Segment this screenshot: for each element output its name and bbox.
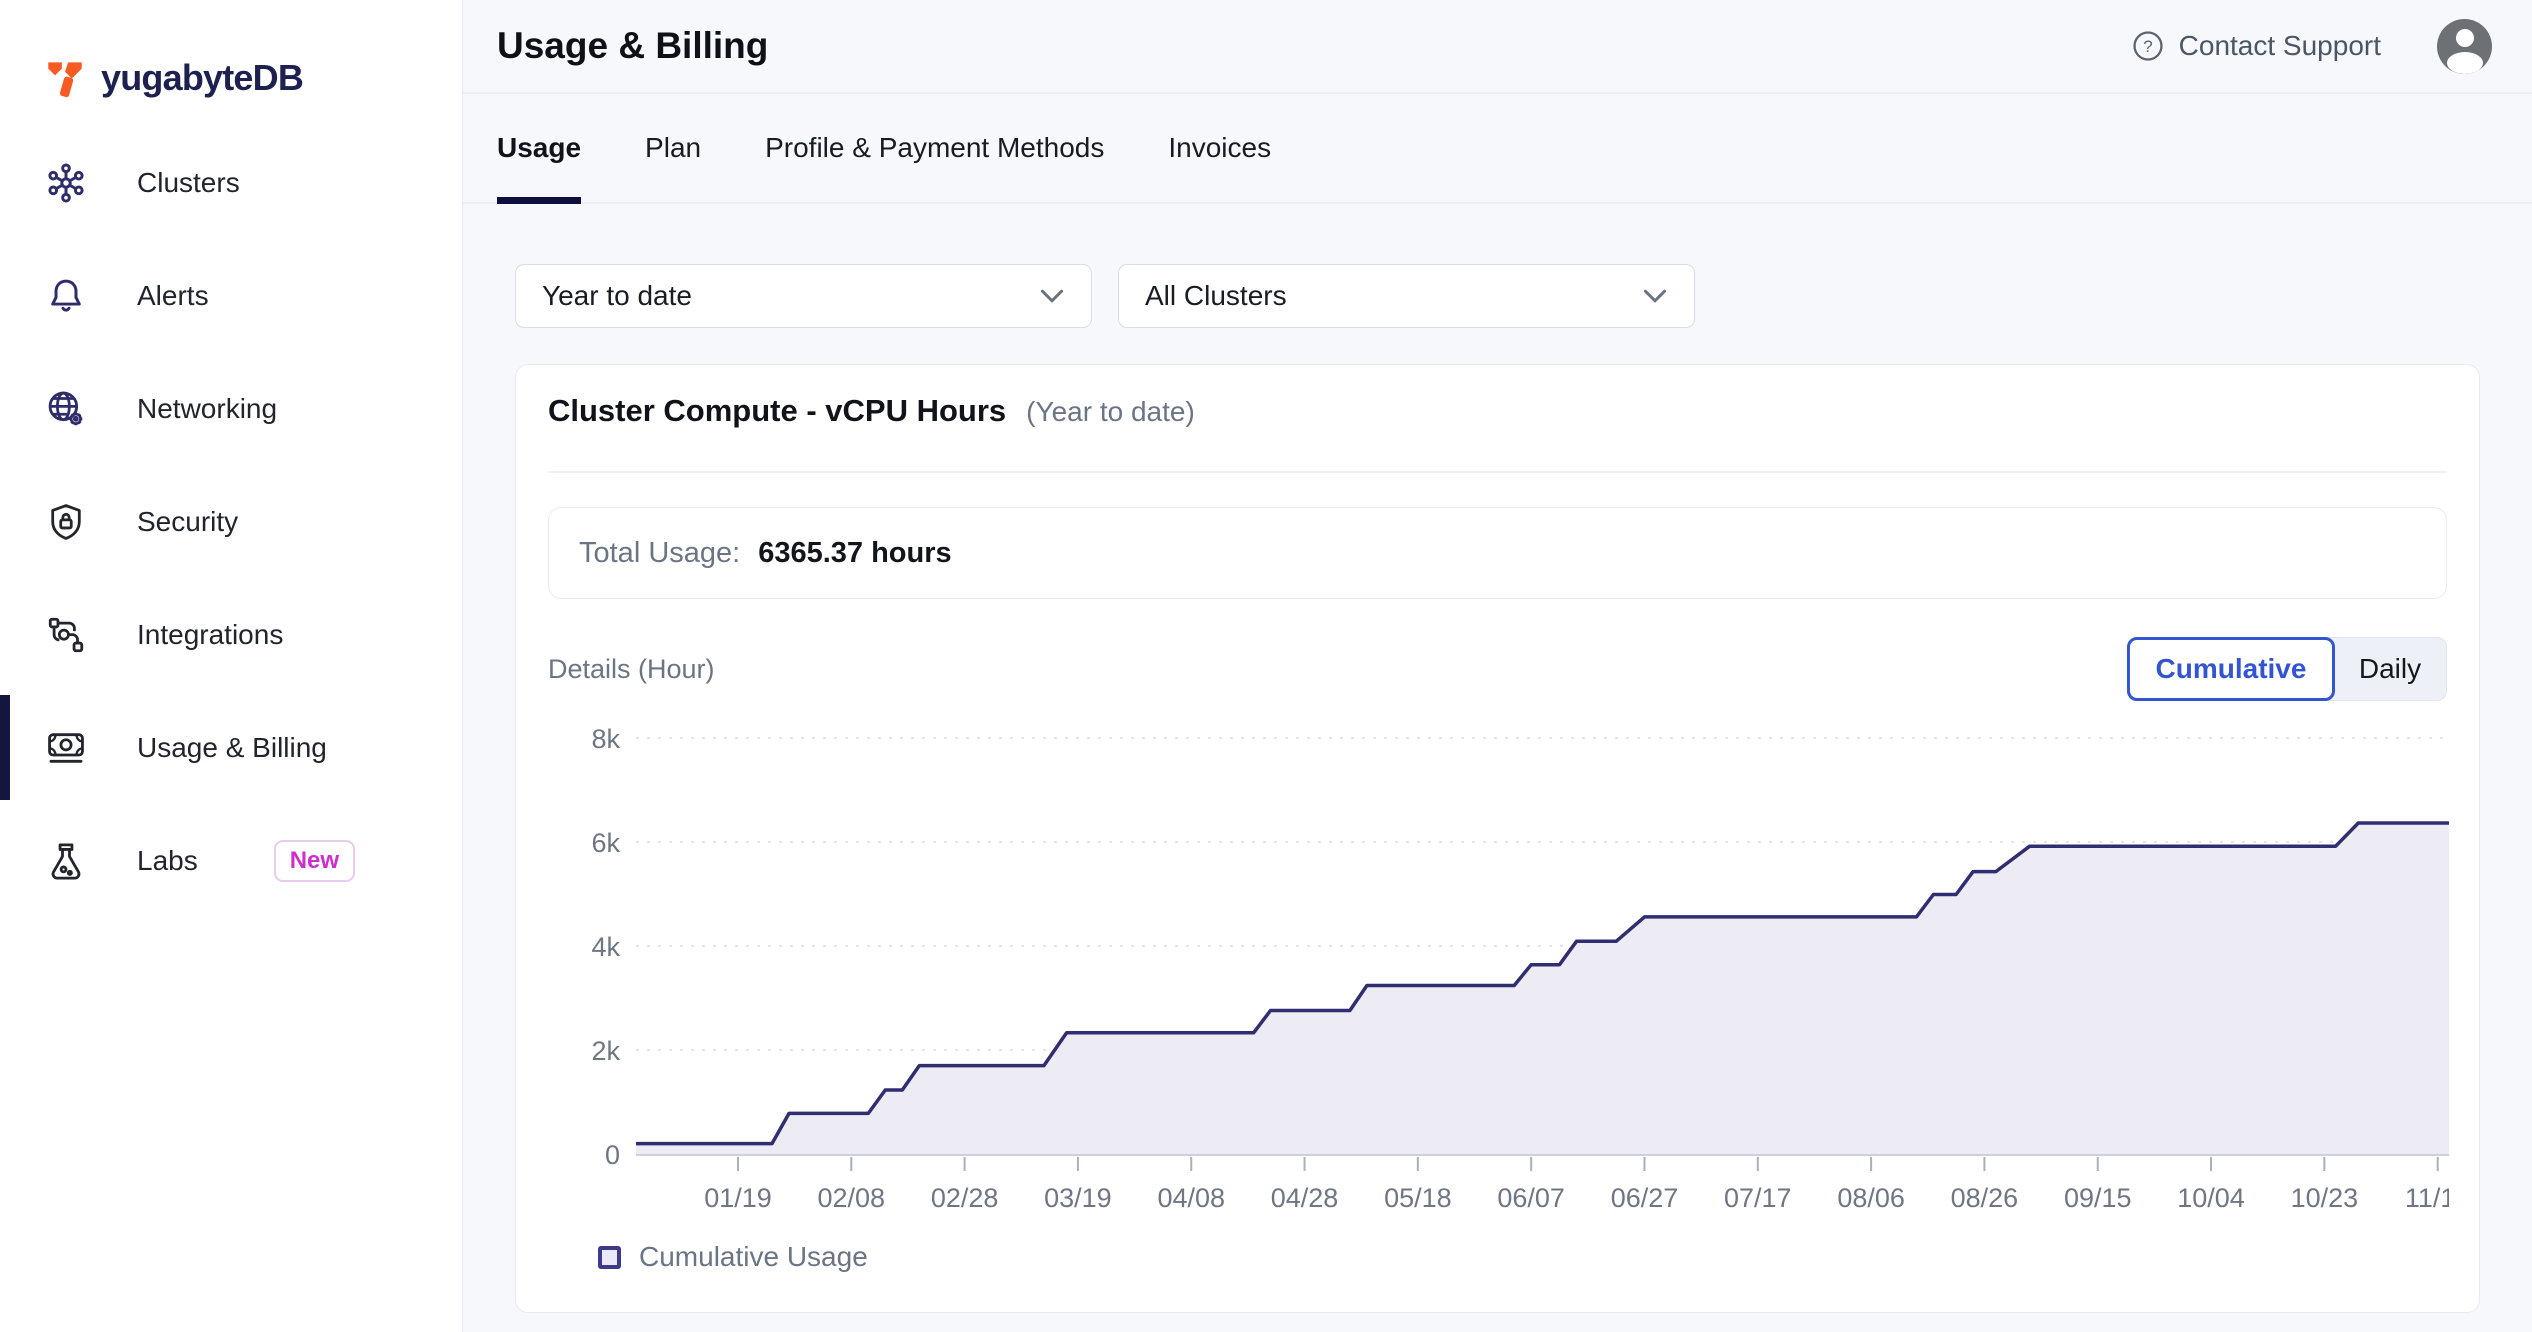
legend-checkbox[interactable] <box>598 1246 621 1269</box>
card-subtitle: (Year to date) <box>1026 396 1195 428</box>
brand-logo[interactable]: yugabyteDB <box>0 0 462 126</box>
svg-text:06/07: 06/07 <box>1497 1183 1565 1213</box>
svg-text:11/13: 11/13 <box>2405 1183 2449 1213</box>
svg-text:08/26: 08/26 <box>1951 1183 2019 1213</box>
period-select[interactable]: Year to date <box>515 264 1092 328</box>
svg-text:10/23: 10/23 <box>2291 1183 2359 1213</box>
svg-text:08/06: 08/06 <box>1837 1183 1905 1213</box>
chevron-down-icon <box>1039 288 1065 304</box>
bell-icon <box>45 275 87 317</box>
sidebar-item-labs[interactable]: Labs New <box>0 804 462 917</box>
sidebar-item-security[interactable]: Security <box>0 465 462 578</box>
chart-legend: Cumulative Usage <box>548 1241 2447 1273</box>
usage-chart: 0 2k 4k 6k 8k 01/19 02/08 02/28 03/19 04/08 04/28 0… <box>548 717 2447 1227</box>
page-title: Usage & Billing <box>497 25 2131 67</box>
sidebar-item-label: Clusters <box>137 167 240 199</box>
page-header: Usage & Billing ? Contact Support <box>463 0 2532 94</box>
svg-text:10/04: 10/04 <box>2177 1183 2245 1213</box>
tab-plan[interactable]: Plan <box>645 94 701 202</box>
usage-content: Year to date All Clusters Cluster Comput… <box>463 204 2532 1313</box>
sidebar-item-networking[interactable]: Networking <box>0 352 462 465</box>
sidebar-item-label: Alerts <box>137 280 209 312</box>
yugabyte-logo-icon <box>44 55 86 101</box>
svg-text:02/08: 02/08 <box>818 1183 886 1213</box>
sidebar-item-label: Labs <box>137 845 198 877</box>
avatar-body <box>2447 52 2483 74</box>
svg-text:6k: 6k <box>591 828 620 858</box>
clusters-icon <box>45 162 87 204</box>
card-divider <box>548 471 2447 473</box>
svg-text:06/27: 06/27 <box>1611 1183 1679 1213</box>
svg-text:0: 0 <box>605 1140 620 1170</box>
compute-usage-card: Cluster Compute - vCPU Hours (Year to da… <box>515 364 2480 1313</box>
period-select-value: Year to date <box>542 280 692 312</box>
shield-lock-icon <box>45 501 87 543</box>
sidebar: yugabyteDB Clusters <box>0 0 463 1332</box>
sidebar-item-label: Networking <box>137 393 277 425</box>
view-mode-toggle: Cumulative Daily <box>2127 637 2447 701</box>
svg-text:03/19: 03/19 <box>1044 1183 1112 1213</box>
svg-text:2k: 2k <box>591 1036 620 1066</box>
chevron-down-icon <box>1642 288 1668 304</box>
banknote-icon <box>45 727 87 769</box>
svg-text:07/17: 07/17 <box>1724 1183 1792 1213</box>
details-label: Details (Hour) <box>548 654 715 685</box>
legend-label: Cumulative Usage <box>639 1241 868 1273</box>
integrations-icon <box>45 614 87 656</box>
sidebar-item-label: Integrations <box>137 619 283 651</box>
help-circle-icon: ? <box>2131 29 2165 63</box>
svg-text:8k: 8k <box>591 724 620 754</box>
svg-text:01/19: 01/19 <box>704 1183 772 1213</box>
contact-support-button[interactable]: ? Contact Support <box>2131 29 2381 63</box>
cumulative-usage-area-chart[interactable]: 0 2k 4k 6k 8k 01/19 02/08 02/28 03/19 04/08 04/28 0… <box>548 717 2449 1222</box>
sidebar-nav: Clusters Alerts <box>0 126 462 917</box>
svg-text:?: ? <box>2143 37 2152 56</box>
tab-profile-payment-methods[interactable]: Profile & Payment Methods <box>765 94 1104 202</box>
flask-icon <box>45 840 87 882</box>
user-avatar[interactable] <box>2437 19 2492 74</box>
svg-text:04/08: 04/08 <box>1157 1183 1225 1213</box>
main-area: Usage & Billing ? Contact Support Usage … <box>463 0 2532 1332</box>
sidebar-item-alerts[interactable]: Alerts <box>0 239 462 352</box>
svg-text:4k: 4k <box>591 932 620 962</box>
sidebar-item-integrations[interactable]: Integrations <box>0 578 462 691</box>
new-badge: New <box>274 840 355 882</box>
cluster-select[interactable]: All Clusters <box>1118 264 1695 328</box>
cumulative-toggle-button[interactable]: Cumulative <box>2127 637 2335 701</box>
card-header: Cluster Compute - vCPU Hours (Year to da… <box>548 365 2447 453</box>
sidebar-item-label: Usage & Billing <box>137 732 327 764</box>
avatar-head <box>2456 29 2474 47</box>
total-usage-value: 6365.37 hours <box>758 537 951 570</box>
cluster-select-value: All Clusters <box>1145 280 1287 312</box>
card-title: Cluster Compute - vCPU Hours <box>548 393 1006 429</box>
contact-support-label: Contact Support <box>2179 30 2381 62</box>
tab-usage[interactable]: Usage <box>497 94 581 202</box>
svg-text:02/28: 02/28 <box>931 1183 999 1213</box>
brand-name: yugabyteDB <box>101 57 303 99</box>
tab-invoices[interactable]: Invoices <box>1168 94 1271 202</box>
filters-row: Year to date All Clusters <box>515 264 2480 328</box>
sidebar-item-usage-billing[interactable]: Usage & Billing <box>0 691 462 804</box>
svg-text:09/15: 09/15 <box>2064 1183 2132 1213</box>
daily-toggle-button[interactable]: Daily <box>2334 638 2446 700</box>
app-window: yugabyteDB Clusters <box>0 0 2532 1332</box>
sidebar-item-label: Security <box>137 506 238 538</box>
total-usage-label: Total Usage: <box>579 537 740 570</box>
details-row: Details (Hour) Cumulative Daily <box>548 637 2447 701</box>
svg-text:05/18: 05/18 <box>1384 1183 1452 1213</box>
total-usage-box: Total Usage: 6365.37 hours <box>548 507 2447 599</box>
billing-tabs: Usage Plan Profile & Payment Methods Inv… <box>463 94 2532 204</box>
sidebar-item-clusters[interactable]: Clusters <box>0 126 462 239</box>
svg-text:04/28: 04/28 <box>1271 1183 1339 1213</box>
globe-gear-icon <box>45 388 87 430</box>
